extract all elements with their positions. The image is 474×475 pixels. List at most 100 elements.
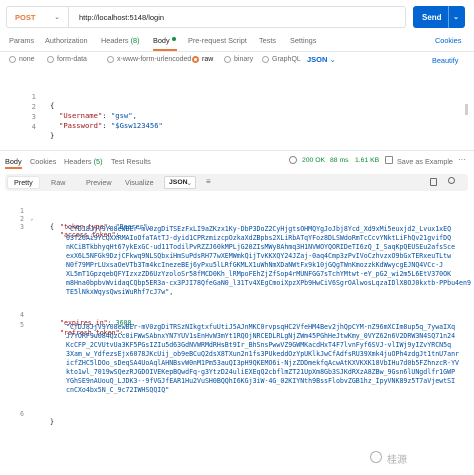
radio-graphql-label: GraphQL xyxy=(272,56,301,63)
editor-line: 1 { xyxy=(0,83,474,110)
resp-headers-count: (5) xyxy=(93,157,103,166)
tab-params[interactable]: Params xyxy=(9,36,34,45)
radio-form-data-label: form-data xyxy=(57,56,87,63)
tab-authorization[interactable]: Authorization xyxy=(45,36,88,45)
response-line: 4 "expires_in": 3600, xyxy=(0,303,474,327)
response-line: 3 "access_token": xyxy=(0,215,474,239)
radio-none-label: none xyxy=(19,56,35,63)
radio-graphql[interactable]: GraphQL xyxy=(262,56,301,63)
radio-circle-icon xyxy=(224,56,231,63)
cookies-link[interactable]: Cookies xyxy=(435,36,461,45)
response-format-select[interactable]: JSON ⌄ xyxy=(164,176,196,189)
response-line: 5 "refresh_token": xyxy=(0,313,474,337)
editor-line: 3 "Password": "$Gsw123456" xyxy=(0,103,474,130)
radio-none[interactable]: none xyxy=(9,56,35,63)
send-divider xyxy=(448,6,450,28)
chevron-down-icon: ⌄ xyxy=(329,55,336,64)
body-format-select[interactable]: JSON ⌄ xyxy=(307,55,336,64)
refresh-token-text: 3Xam_w_YdfezsEjx6078JKcUij_ob9eBCuQ2dsX8… xyxy=(66,350,460,358)
response-time[interactable]: 88 ms xyxy=(330,157,349,164)
tab-headers[interactable]: Headers (8) xyxy=(101,36,140,45)
resp-tab-cookies[interactable]: Cookies xyxy=(30,157,56,166)
response-line: m8Hna0bpbvWvidaqCQbp5ER3a-cx3PJI78QfeGaN… xyxy=(0,279,474,288)
tab-tests[interactable]: Tests xyxy=(259,36,276,45)
access-token-text: exX6L5NFGk9DzjCFkwq9NLSQbxiHmSuPdsRH77wX… xyxy=(66,252,452,260)
response-line: XL5mT1GpzqebQFYIzxzZD6UzYzoloSr58fMCD0Kh… xyxy=(0,270,474,279)
radio-binary[interactable]: binary xyxy=(224,56,253,63)
method-label: POST xyxy=(15,12,36,22)
refresh-token-text: J7YORF9u084QzCc0iFWwSAbnxYN7YUV1sEnHvW3m… xyxy=(66,332,456,340)
response-line: exX6L5NFGk9DzjCFkwq9NLSQbxiHmSuPdsRH77wX… xyxy=(0,252,474,261)
radio-circle-icon xyxy=(107,56,114,63)
tab-settings[interactable]: Settings xyxy=(290,36,316,45)
panel-divider xyxy=(0,150,474,151)
radio-form-data[interactable]: form-data xyxy=(47,56,87,63)
request-url-bar: POST ⌄ http://localhost:5148/login xyxy=(6,6,406,28)
watermark-text: 桂源 xyxy=(387,455,407,466)
view-preview[interactable]: Preview xyxy=(80,177,118,188)
response-line: kto1wl_7019wSQezRJGDOIVEKepBQwdFq-g3YtzD… xyxy=(0,368,474,377)
save-as-example-button[interactable]: Save as Example xyxy=(397,157,453,166)
view-visualize[interactable]: Visualize xyxy=(119,177,160,188)
line-text: } xyxy=(50,418,54,426)
send-label: Send xyxy=(422,12,442,22)
send-button[interactable]: Send ⌄ xyxy=(413,6,465,28)
wrap-lines-icon[interactable]: ≡ xyxy=(206,177,216,186)
radio-circle-icon xyxy=(262,56,269,63)
radio-circle-icon xyxy=(192,56,199,63)
view-pretty[interactable]: Pretty xyxy=(8,177,39,188)
resp-tab-test-results[interactable]: Test Results xyxy=(111,157,151,166)
tabs-divider xyxy=(0,51,474,52)
response-line: YGhSE9nAUouQ_LJDK3--9fVGJfEAR1Hu2VuSH0BQ… xyxy=(0,377,474,386)
response-line: J7YORF9u084QzCc0iFWwSAbnxYN7YUV1sEnHvW3m… xyxy=(0,332,474,341)
save-icon xyxy=(385,156,393,164)
editor-scrollbar[interactable] xyxy=(465,104,468,115)
request-tabs: Params Authorization Headers (8) Body Pr… xyxy=(0,35,474,49)
refresh-token-text: icfZHC5lDOo_sDeqSA4UoAqlAHNBsvW0nM1Pm53a… xyxy=(66,359,460,367)
response-line: "CfDJ8JjV9Y08ewBEr-mV0zgDiTRSzNIkgtxfuUt… xyxy=(0,323,474,332)
radio-circle-icon xyxy=(47,56,54,63)
tab-pre-request-script[interactable]: Pre-request Script xyxy=(188,36,247,45)
headers-count: (8) xyxy=(130,36,140,45)
radio-urlencoded[interactable]: x-www-form-urlencoded xyxy=(107,56,191,63)
line-number: 4 xyxy=(31,122,36,131)
chevron-down-icon: ⌄ xyxy=(54,14,60,21)
view-raw[interactable]: Raw xyxy=(45,177,71,188)
access-token-text: nKCiBTkbhyqHt67ykExGC-ud11TodilPvRZZJ60k… xyxy=(66,243,456,251)
radio-raw-label: raw xyxy=(202,56,214,63)
resp-headers-label: Headers xyxy=(64,157,92,166)
chevron-down-icon[interactable]: ⌄ xyxy=(453,13,459,21)
chevron-down-icon: ⌄ xyxy=(186,180,192,187)
response-line: 03T26Ai9YcQXXRMAIoOfaTAtTJ-dyid1CPRzmizc… xyxy=(0,234,474,243)
tab-body-label: Body xyxy=(153,36,170,45)
radio-circle-icon xyxy=(9,56,16,63)
active-tab-underline xyxy=(5,167,22,169)
watermark-logo-icon xyxy=(370,451,382,463)
tab-headers-label: Headers xyxy=(101,36,129,45)
body-type-row: none form-data x-www-form-urlencoded raw… xyxy=(0,55,474,67)
response-size[interactable]: 1.61 KB xyxy=(355,157,379,164)
response-line: 6 } xyxy=(0,402,474,426)
method-select[interactable]: POST ⌄ xyxy=(7,7,69,27)
refresh-token-text: YGhSE9nAUouQ_LJDK3--9fVGJfEAR1Hu2VuSH0BQ… xyxy=(66,377,456,385)
url-input[interactable]: http://localhost:5148/login xyxy=(69,13,164,22)
tab-body[interactable]: Body xyxy=(153,36,176,45)
copy-icon[interactable] xyxy=(430,178,437,186)
status-code[interactable]: 200 OK xyxy=(302,157,325,164)
access-token-text: TE5lNkxWqysQwsiWuRhf7cJ7w", xyxy=(66,288,174,296)
access-token-text: N0f79MPrLUxsaOeVTb3Tm4kcInezeBEj6yPxu5lL… xyxy=(66,261,444,269)
more-options-icon[interactable]: ··· xyxy=(458,155,466,164)
beautify-button[interactable]: Beautify xyxy=(432,56,458,65)
radio-urlencoded-label: x-www-form-urlencoded xyxy=(117,56,192,63)
refresh-token-text: KcCFP_2CVUtvUa3KF5PGsIZIu5d63GdNVWRMdRHs… xyxy=(66,341,452,349)
radio-raw[interactable]: raw xyxy=(192,56,213,63)
modified-dot-icon xyxy=(171,37,176,41)
response-line: N0f79MPrLUxsaOeVTb3Tm4kcInezeBEj6yPxu5lL… xyxy=(0,261,474,270)
access-token-text: XL5mT1GpzqebQFYIzxzZD6UzYzoloSr58fMCD0Kh… xyxy=(66,270,452,278)
resp-tab-headers[interactable]: Headers (5) xyxy=(64,157,103,166)
resp-tab-body[interactable]: Body xyxy=(5,157,22,166)
access-token-text: "CfDJ8JjV9Y08ewBEr-mV0zgDiTSEzFxLI9aZKzx… xyxy=(66,225,452,233)
search-icon[interactable] xyxy=(448,177,455,184)
editor-line: 2 "Username": "gsw", xyxy=(0,93,474,120)
access-token-text: 03T26Ai9YcQXXRMAIoOfaTAtTJ-dyid1CPRzmizc… xyxy=(66,234,452,242)
